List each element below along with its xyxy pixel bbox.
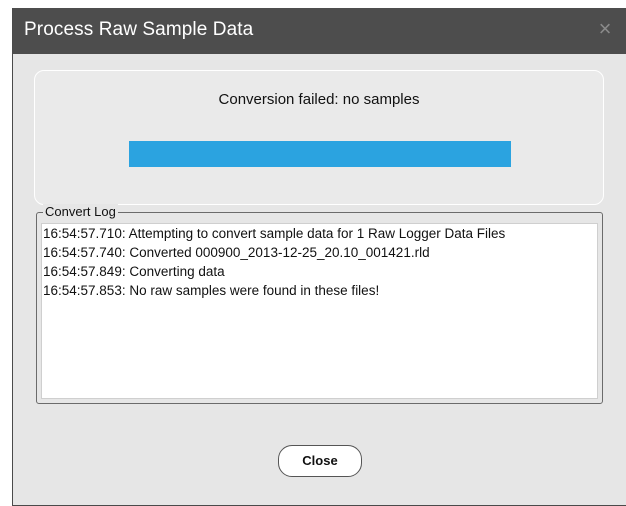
status-message: Conversion failed: no samples: [218, 91, 420, 108]
convert-log-group: Convert Log 16:54:57.710: Attempting to …: [36, 204, 603, 404]
process-raw-sample-data-dialog: Process Raw Sample Data × Conversion fai…: [12, 8, 626, 506]
close-icon[interactable]: ×: [594, 18, 616, 40]
log-line: 16:54:57.853: No raw samples were found …: [43, 283, 380, 298]
convert-log-legend: Convert Log: [43, 204, 118, 220]
log-line: 16:54:57.740: Converted 000900_2013-12-2…: [43, 245, 430, 260]
progress-fill: [129, 141, 511, 167]
convert-log-textarea[interactable]: 16:54:57.710: Attempting to convert samp…: [41, 223, 598, 399]
log-line: 16:54:57.710: Attempting to convert samp…: [43, 226, 506, 241]
title-bar[interactable]: Process Raw Sample Data ×: [13, 8, 626, 54]
log-line: 16:54:57.849: Converting data: [43, 264, 225, 279]
status-panel: Conversion failed: no samples: [34, 70, 604, 205]
close-button[interactable]: Close: [278, 445, 362, 477]
dialog-title: Process Raw Sample Data: [24, 19, 254, 40]
progress-bar: [129, 141, 511, 167]
